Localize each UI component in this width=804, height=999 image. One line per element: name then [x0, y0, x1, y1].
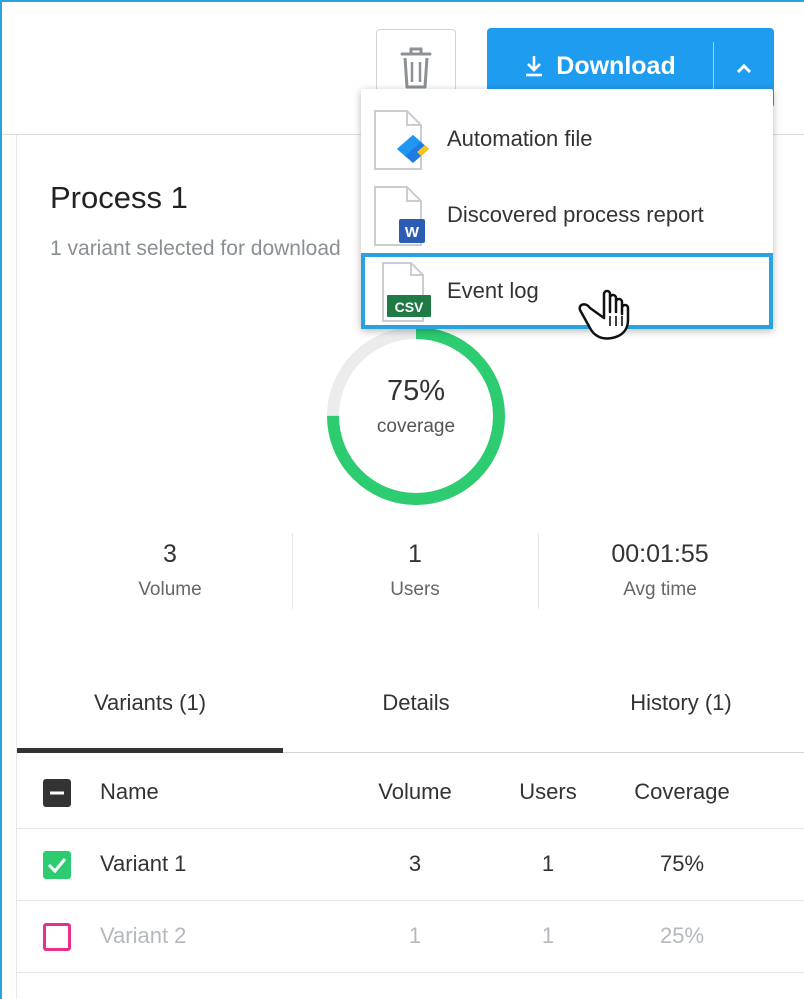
coverage-value: 75% [386, 375, 446, 407]
select-all-checkbox[interactable] [43, 779, 71, 807]
stat-label: Users [390, 579, 440, 600]
download-label: Download [556, 51, 676, 80]
word-badge: W [405, 224, 420, 241]
menu-item-process-report[interactable]: W Discovered process report [361, 177, 773, 253]
stat-label: Avg time [623, 579, 697, 600]
stat-value: 1 [408, 540, 422, 568]
tab-details[interactable]: Details [306, 690, 526, 716]
tab-variants[interactable]: Variants (1) [40, 690, 260, 716]
stat-users: 1 Users [315, 540, 515, 601]
column-header-users[interactable]: Users [498, 779, 598, 805]
row-checkbox-checked[interactable] [43, 851, 71, 879]
row-checkbox-unchecked[interactable] [43, 923, 71, 951]
trash-icon [400, 47, 432, 89]
row-divider [17, 900, 804, 901]
hand-cursor-icon [578, 289, 630, 340]
stat-avg-time: 00:01:55 Avg time [560, 540, 760, 601]
variant-volume: 1 [408, 923, 422, 948]
stat-divider [292, 533, 293, 609]
variant-users: 1 [541, 851, 555, 876]
variant-users: 1 [541, 923, 555, 948]
menu-item-event-log[interactable]: CSV Event log [361, 253, 773, 329]
chevron-up-icon [736, 63, 752, 74]
variant-name: Variant 1 [100, 851, 187, 876]
panel-border [16, 135, 17, 999]
variant-volume: 3 [408, 851, 422, 876]
coverage-label: coverage [376, 416, 456, 437]
download-menu: Automation file W Discovered process rep… [361, 89, 773, 329]
menu-item-label: Event log [447, 278, 539, 303]
row-divider [17, 972, 804, 973]
csv-file-icon: CSV [382, 262, 431, 322]
page-subtitle: 1 variant selected for download [50, 237, 341, 260]
menu-item-label: Automation file [447, 126, 593, 151]
column-header-name[interactable]: Name [100, 779, 159, 805]
tab-history[interactable]: History (1) [571, 690, 791, 716]
variant-name: Variant 2 [100, 923, 187, 948]
csv-badge: CSV [395, 299, 424, 315]
automation-file-icon [374, 110, 429, 170]
variant-coverage: 25% [659, 923, 705, 948]
stat-volume: 3 Volume [70, 540, 270, 601]
menu-item-label: Discovered process report [447, 202, 704, 227]
check-icon [47, 858, 67, 874]
column-header-volume[interactable]: Volume [355, 779, 475, 805]
minus-icon [50, 791, 64, 795]
active-tab-indicator [17, 748, 283, 753]
stat-divider [538, 533, 539, 609]
stat-value: 00:01:55 [611, 540, 709, 568]
page-title: Process 1 [50, 180, 188, 215]
row-divider [17, 828, 804, 829]
stat-value: 3 [163, 540, 177, 568]
stat-label: Volume [138, 579, 202, 600]
menu-item-automation-file[interactable]: Automation file [361, 101, 773, 177]
variant-coverage: 75% [659, 851, 705, 876]
column-header-coverage[interactable]: Coverage [612, 779, 752, 805]
word-document-icon: W [374, 186, 425, 246]
download-arrow-icon [526, 56, 543, 77]
